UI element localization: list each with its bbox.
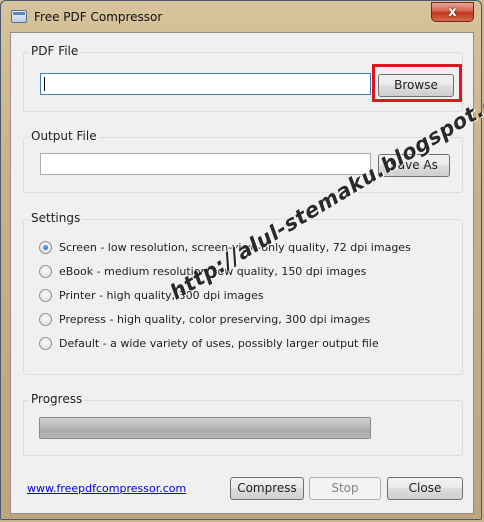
radio-button[interactable]	[39, 337, 52, 350]
title-bar[interactable]: Free PDF Compressor x	[1, 1, 481, 33]
app-window: Free PDF Compressor x PDF File Browse Ou…	[0, 0, 484, 520]
output-file-group-label: Output File	[29, 129, 99, 143]
settings-option-label: Default - a wide variety of uses, possib…	[59, 337, 379, 350]
radio-button[interactable]	[39, 289, 52, 302]
website-link[interactable]: www.freepdfcompressor.com	[27, 482, 186, 495]
pdf-file-group-label: PDF File	[29, 44, 81, 58]
settings-option-label: Prepress - high quality, color preservin…	[59, 313, 371, 326]
progress-group-label: Progress	[29, 392, 85, 406]
close-button[interactable]: Close	[387, 477, 463, 500]
compress-button[interactable]: Compress	[230, 477, 304, 500]
text-caret	[44, 77, 45, 91]
radio-button[interactable]	[39, 313, 52, 326]
app-window-icon	[11, 10, 27, 23]
main-panel: PDF File Browse Output File Save As Sett…	[10, 32, 474, 514]
output-file-input[interactable]	[40, 153, 371, 175]
radio-button[interactable]	[39, 241, 52, 254]
stop-button[interactable]: Stop	[309, 477, 381, 500]
radio-button[interactable]	[39, 265, 52, 278]
browse-button[interactable]: Browse	[378, 74, 454, 97]
pdf-file-input[interactable]	[40, 73, 371, 95]
progress-bar	[39, 417, 371, 439]
close-icon: x	[448, 5, 457, 20]
settings-option-label: Printer - high quality, 300 dpi images	[59, 289, 264, 302]
window-close-button[interactable]: x	[431, 2, 474, 22]
window-title: Free PDF Compressor	[34, 10, 163, 24]
settings-group-label: Settings	[29, 211, 83, 225]
